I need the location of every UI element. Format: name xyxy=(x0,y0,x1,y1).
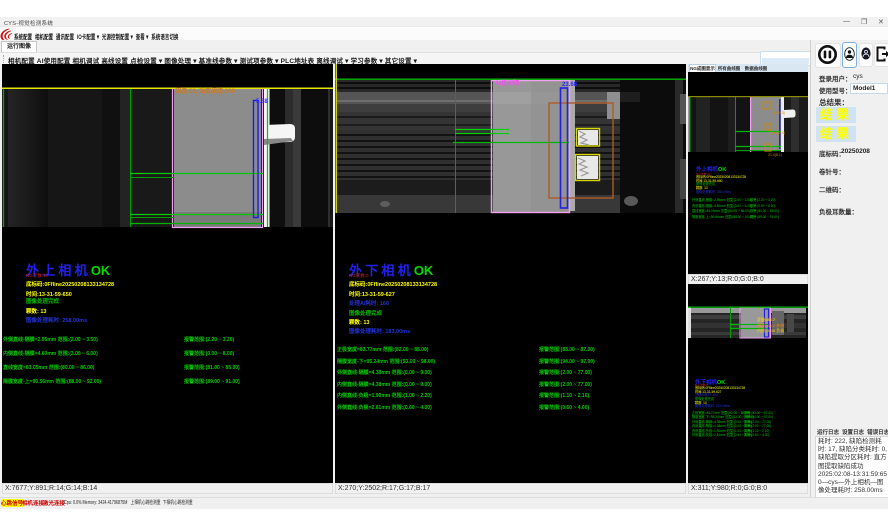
svg-text:正极=83.7: 正极=83.7 xyxy=(757,316,776,322)
svg-text:18.4(9.3): 18.4(9.3) xyxy=(771,111,785,115)
svg-text:内侧=4.38 负极: 内侧=4.38 负极 xyxy=(757,327,784,333)
svg-text:23.8(7.4): 23.8(7.4) xyxy=(771,131,785,135)
svg-text:21.4(8.1): 21.4(8.1) xyxy=(768,153,782,157)
